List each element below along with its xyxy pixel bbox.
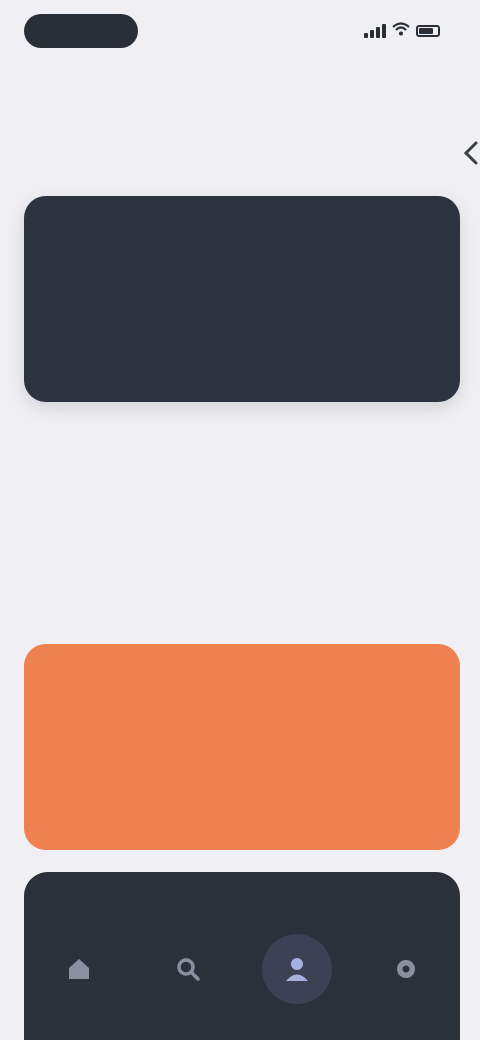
- battery-icon: [416, 25, 440, 37]
- wifi-icon: [392, 21, 410, 41]
- signal-icon: [364, 24, 386, 38]
- nav-item-settings[interactable]: [371, 934, 441, 1004]
- status-bar: [0, 0, 480, 64]
- nav-item-profile[interactable]: [261, 934, 332, 1004]
- profile-icon: [285, 958, 308, 981]
- back-chevron-icon[interactable]: [460, 140, 480, 166]
- home-icon: [68, 959, 89, 979]
- hero-card[interactable]: [24, 196, 460, 402]
- accent-card[interactable]: [24, 644, 460, 850]
- nav-item-search[interactable]: [153, 934, 223, 1004]
- bottom-nav: [24, 872, 460, 1040]
- status-icons: [364, 21, 440, 41]
- settings-icon: [396, 960, 415, 978]
- nav-item-home[interactable]: [44, 934, 114, 1004]
- header: [40, 118, 440, 178]
- search-icon: [176, 958, 200, 981]
- nav-row: [24, 934, 460, 1004]
- time-pill: [24, 14, 138, 48]
